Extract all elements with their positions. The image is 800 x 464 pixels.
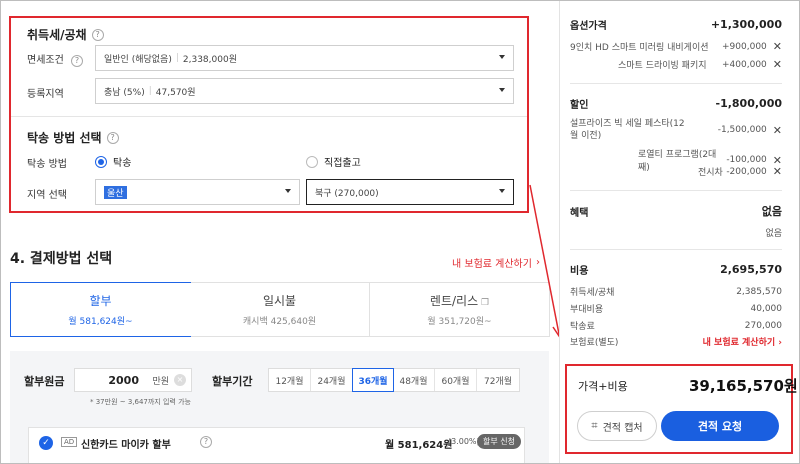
- crop-icon: ⌗: [591, 419, 598, 432]
- options-header: 옵션가격 +1,300,000: [570, 18, 782, 32]
- city-value: 울산: [104, 185, 127, 199]
- option-item: 9인치 HD 스마트 미러링 내비게이션 +900,000 ✕: [570, 40, 782, 53]
- remove-icon[interactable]: ✕: [773, 58, 782, 71]
- city-select[interactable]: 울산: [95, 179, 300, 205]
- remove-icon[interactable]: ✕: [773, 165, 782, 178]
- tax-title: 취득세/공채: [27, 28, 87, 42]
- principal-label: 할부원금: [24, 375, 65, 388]
- radio-direct-pickup[interactable]: 직접출고: [306, 154, 361, 169]
- divider: |: [175, 53, 179, 63]
- period-48[interactable]: 48개월: [393, 369, 435, 391]
- radio-delivery[interactable]: 탁송: [95, 154, 131, 169]
- option-item: 스마트 드라이빙 패키지 +400,000 ✕: [618, 58, 782, 71]
- configurator-main: 취득세/공채 ? 면세조건 ? 일반인 (해당없음) | 2,338,000원 …: [0, 0, 550, 464]
- region-select[interactable]: 충남 (5%) | 47,570원: [95, 78, 514, 104]
- remove-icon[interactable]: ✕: [773, 124, 782, 137]
- help-icon[interactable]: ?: [91, 28, 104, 41]
- exemption-amount: 2,338,000원: [182, 54, 237, 65]
- discount-item: 설프라이즈 빅 세일 페스타(12월 이전) -1,500,000 ✕: [570, 119, 782, 141]
- exemption-value: 일반인 (해당없음): [104, 54, 172, 65]
- cost-item: 탁송료 270,000: [570, 320, 782, 333]
- period-72[interactable]: 72개월: [477, 369, 519, 391]
- divider: [570, 249, 782, 250]
- divider: [570, 190, 782, 191]
- region-label: 등록지역: [27, 89, 64, 100]
- tax-section-title: 취득세/공채 ?: [27, 26, 104, 43]
- dropdown-arrow-icon: [499, 55, 505, 59]
- discount-header: 할인 -1,800,000: [570, 97, 782, 111]
- exemption-select[interactable]: 일반인 (해당없음) | 2,338,000원: [95, 45, 514, 71]
- period-24[interactable]: 24개월: [311, 369, 353, 391]
- section-divider: [11, 116, 527, 117]
- benefit-item: 없음: [765, 229, 782, 239]
- period-12[interactable]: 12개월: [269, 369, 311, 391]
- help-icon[interactable]: ?: [71, 55, 83, 67]
- finance-card-option[interactable]: ✓ AD 신한카드 마이카 할부 ? 월 581,624원 (3.00%) 할부…: [28, 427, 525, 464]
- payment-step-title: 4. 결제방법 선택: [10, 251, 113, 267]
- divider: [570, 83, 782, 84]
- principal-value: 2000: [108, 373, 139, 387]
- divider: |: [148, 86, 152, 96]
- installment-panel: 할부원금 2000 만원 × * 37만원 ~ 3,647까지 입력 가능 할부…: [10, 351, 549, 464]
- principal-hint: * 37만원 ~ 3,647까지 입력 가능: [90, 398, 191, 406]
- check-icon: ✓: [39, 436, 53, 450]
- insurance-calc-link[interactable]: 내 보험료 계산하기 ›: [452, 255, 540, 270]
- insurance-item: 보험료(별도) 내 보험료 계산하기 ›: [570, 335, 782, 348]
- total-label: 가격+비용: [578, 380, 628, 393]
- cost-header: 비용 2,695,570: [570, 263, 782, 277]
- cost-item: 부대비용 40,000: [570, 303, 782, 316]
- chevron-right-icon: ›: [535, 257, 540, 268]
- region-amount: 47,570원: [155, 87, 196, 98]
- clear-icon[interactable]: ×: [174, 374, 186, 386]
- district-select[interactable]: 북구 (270,000): [306, 179, 514, 205]
- principal-input[interactable]: 2000 만원 ×: [74, 368, 192, 392]
- radio-unchecked-icon: [306, 155, 318, 168]
- total-value: 39,165,570원: [689, 377, 798, 395]
- discount-item: 전시차 -200,000 ✕: [698, 165, 782, 178]
- dropdown-arrow-icon: [499, 88, 505, 92]
- window-icon: ❐: [478, 298, 490, 308]
- card-amount: 월 581,624원: [385, 440, 453, 451]
- period-36[interactable]: 36개월: [352, 368, 394, 392]
- district-value: 북구 (270,000): [315, 188, 379, 199]
- dropdown-arrow-icon: [285, 189, 291, 193]
- apply-button[interactable]: 할부 신청: [477, 434, 521, 449]
- radio-checked-icon: [95, 155, 107, 168]
- region-value: 충남 (5%): [104, 87, 145, 98]
- benefit-header: 혜택 없음: [570, 205, 782, 219]
- exemption-label: 면세조건 ?: [27, 51, 83, 67]
- ad-badge: AD: [61, 437, 78, 447]
- area-label: 지역 선택: [27, 190, 67, 201]
- card-name: 신한카드 마이카 할부: [81, 440, 171, 451]
- help-icon[interactable]: ?: [106, 131, 119, 144]
- delivery-section-title: 탁송 방법 선택 ?: [27, 129, 119, 146]
- quote-request-button[interactable]: 견적 요청: [661, 411, 779, 441]
- remove-icon[interactable]: ✕: [773, 40, 782, 53]
- insurance-calc-link-summary[interactable]: 내 보험료 계산하기 ›: [703, 335, 782, 348]
- period-60[interactable]: 60개월: [435, 369, 477, 391]
- payment-tabs: 할부 월 581,624원~ 일시불 캐시백 425,640원 렌트/리스 ❐ …: [10, 282, 550, 337]
- cost-item: 취득세/공채 2,385,570: [570, 286, 782, 299]
- tab-installment[interactable]: 할부 월 581,624원~: [10, 282, 191, 337]
- tab-lump-sum[interactable]: 일시불 캐시백 425,640원: [190, 283, 370, 336]
- principal-unit: 만원: [152, 376, 169, 387]
- delivery-title: 탁송 방법 선택: [27, 131, 102, 145]
- quote-capture-button[interactable]: ⌗ 견적 캡처: [577, 411, 657, 441]
- period-options: 12개월 24개월 36개월 48개월 60개월 72개월: [268, 368, 520, 392]
- card-rate: (3.00%): [448, 437, 480, 446]
- delivery-method-label: 탁송 방법: [27, 159, 67, 170]
- period-label: 할부기간: [212, 375, 253, 388]
- tab-rent-lease[interactable]: 렌트/리스 ❐ 월 351,720원~: [370, 283, 549, 336]
- dropdown-arrow-icon: [499, 189, 505, 193]
- help-icon[interactable]: ?: [200, 436, 212, 448]
